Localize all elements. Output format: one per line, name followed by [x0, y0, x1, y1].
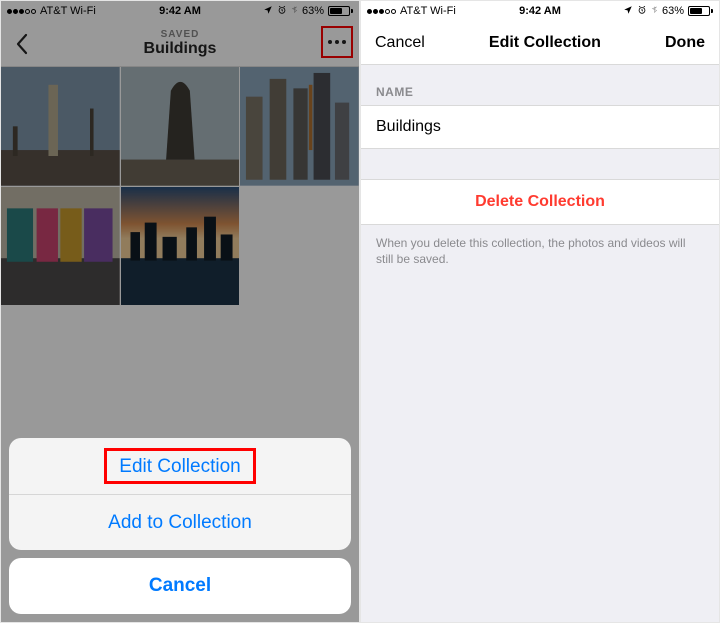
- name-input-row[interactable]: [361, 105, 719, 149]
- bluetooth-icon: [651, 4, 658, 18]
- action-edit-label: Edit Collection: [104, 448, 255, 484]
- action-add-label: Add to Collection: [108, 512, 252, 534]
- action-cancel-label: Cancel: [149, 575, 211, 597]
- battery-icon: [688, 6, 713, 16]
- edit-title: Edit Collection: [489, 34, 601, 52]
- name-input[interactable]: [376, 118, 704, 136]
- phone-right-edit-collection: AT&T Wi-Fi 9:42 AM 63% Cancel Edit Colle…: [360, 0, 720, 623]
- action-add-to-collection[interactable]: Add to Collection: [9, 494, 351, 550]
- done-button[interactable]: Done: [665, 34, 705, 52]
- carrier-label: AT&T Wi-Fi: [400, 5, 456, 17]
- statusbar-right: AT&T Wi-Fi 9:42 AM 63%: [361, 1, 719, 21]
- alarm-icon: [637, 5, 647, 18]
- location-icon: [623, 5, 633, 18]
- name-section-label: NAME: [361, 65, 719, 105]
- phone-left-saved-collection: AT&T Wi-Fi 9:42 AM 63%: [0, 0, 360, 623]
- delete-footer-note: When you delete this collection, the pho…: [361, 225, 719, 277]
- delete-collection-button[interactable]: Delete Collection: [361, 179, 719, 225]
- clock-label: 9:42 AM: [519, 5, 561, 17]
- action-sheet: Edit Collection Add to Collection Cancel: [9, 438, 351, 614]
- signal-dots-icon: [367, 9, 396, 14]
- cancel-button[interactable]: Cancel: [375, 34, 425, 52]
- battery-percent-label: 63%: [662, 5, 684, 17]
- action-edit-collection[interactable]: Edit Collection: [9, 438, 351, 494]
- edit-header: Cancel Edit Collection Done: [361, 21, 719, 65]
- action-cancel[interactable]: Cancel: [9, 558, 351, 614]
